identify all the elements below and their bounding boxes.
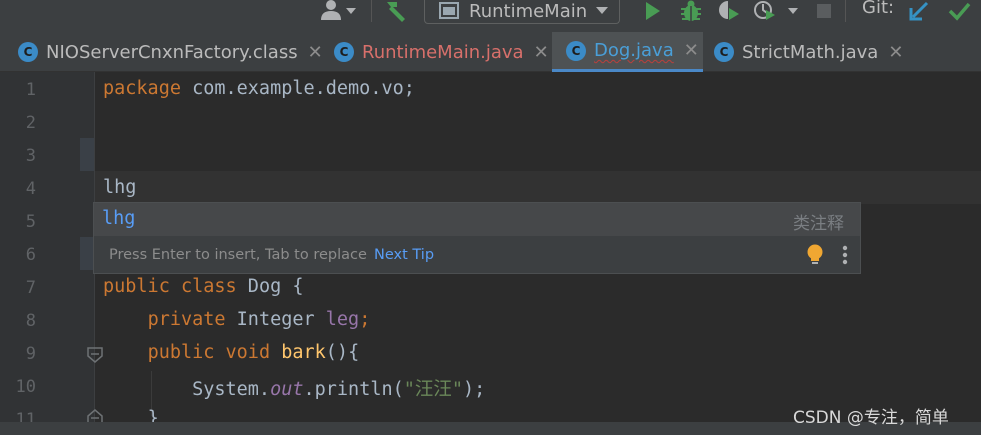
line-number: 10 xyxy=(15,377,36,397)
lightbulb-icon[interactable] xyxy=(806,244,824,266)
code-line-1: package com.example.demo.vo; xyxy=(103,78,415,99)
chevron-down-icon xyxy=(596,7,608,14)
tab-runtimemain[interactable]: C RuntimeMain.java ✕ xyxy=(334,32,550,72)
completion-footer: Press Enter to insert, Tab to replace Ne… xyxy=(94,236,860,273)
stop-button[interactable] xyxy=(814,0,834,22)
arrow-down-left-icon xyxy=(909,1,929,21)
toolbar-separator xyxy=(371,0,372,22)
watermark: CSDN @专注，简单 xyxy=(793,408,949,428)
close-icon[interactable]: ✕ xyxy=(888,42,903,63)
profiler-icon xyxy=(754,1,798,20)
code-line-8: private Integer leg; xyxy=(147,309,371,330)
change-marker xyxy=(80,138,94,171)
bug-icon xyxy=(681,0,701,21)
line-number: 7 xyxy=(25,278,36,298)
change-marker xyxy=(80,237,94,270)
code-line-7: public class Dog { xyxy=(103,276,304,297)
git-label: Git: xyxy=(862,0,895,18)
fold-collapse-icon[interactable] xyxy=(86,346,104,364)
stop-icon xyxy=(817,4,831,18)
tab-label: Dog.java xyxy=(594,40,674,61)
completion-item[interactable]: lhg 类注释 xyxy=(94,203,860,236)
git-update-button[interactable] xyxy=(906,0,932,22)
java-class-icon: C xyxy=(566,40,586,61)
line-number: 4 xyxy=(25,179,36,199)
user-menu-button[interactable] xyxy=(318,0,360,22)
line-number: 9 xyxy=(25,344,36,364)
line-number: 5 xyxy=(25,212,36,232)
run-config-icon xyxy=(439,2,459,19)
line-number: 1 xyxy=(25,80,36,100)
more-options-icon[interactable] xyxy=(842,245,848,265)
toolbar-separator xyxy=(845,0,846,22)
completion-hint: Press Enter to insert, Tab to replace xyxy=(109,247,367,263)
line-number: 3 xyxy=(25,146,36,166)
hammer-icon xyxy=(387,2,405,22)
git-commit-button[interactable] xyxy=(944,0,974,22)
main-toolbar: RuntimeMain Git: xyxy=(0,0,981,32)
line-number: 2 xyxy=(25,113,36,133)
tab-label: StrictMath.java xyxy=(742,41,879,63)
completion-item-name: lhg xyxy=(102,208,136,229)
line-number: 8 xyxy=(25,311,36,331)
run-with-coverage-button[interactable] xyxy=(717,0,743,22)
run-config-label: RuntimeMain xyxy=(469,1,588,22)
completion-item-type: 类注释 xyxy=(793,214,844,234)
close-icon[interactable]: ✕ xyxy=(684,40,699,61)
code-line-10: System.out.println("汪汪"); xyxy=(192,379,486,400)
close-icon[interactable]: ✕ xyxy=(308,42,323,63)
current-line-highlight xyxy=(95,171,981,204)
code-line-9: public void bark(){ xyxy=(147,342,360,363)
tab-nioservercnxnfactory[interactable]: C NIOServerCnxnFactory.class ✕ xyxy=(18,32,323,72)
user-icon xyxy=(321,0,356,20)
run-button[interactable] xyxy=(640,0,664,22)
code-completion-popup: lhg 类注释 Press Enter to insert, Tab to re… xyxy=(93,202,861,274)
line-number: 6 xyxy=(25,245,36,265)
java-class-icon: C xyxy=(714,42,734,62)
coverage-icon xyxy=(719,1,739,20)
play-icon xyxy=(646,2,660,20)
tab-label: NIOServerCnxnFactory.class xyxy=(46,41,298,63)
tab-label: RuntimeMain.java xyxy=(362,41,524,63)
debug-button[interactable] xyxy=(678,0,704,22)
editor-tab-bar: C NIOServerCnxnFactory.class ✕ C Runtime… xyxy=(0,32,981,72)
close-icon[interactable]: ✕ xyxy=(534,42,549,63)
profile-button[interactable] xyxy=(752,0,802,22)
tab-dog-java[interactable]: C Dog.java ✕ xyxy=(552,32,703,72)
next-tip-link[interactable]: Next Tip xyxy=(374,247,434,263)
java-class-icon: C xyxy=(334,42,354,62)
checkmark-icon xyxy=(948,2,971,21)
class-file-icon: C xyxy=(18,42,38,62)
build-button[interactable] xyxy=(382,0,410,22)
tab-strictmath[interactable]: C StrictMath.java ✕ xyxy=(714,32,909,72)
run-configuration-select[interactable]: RuntimeMain xyxy=(424,0,620,24)
code-line-4: lhg xyxy=(103,177,137,198)
